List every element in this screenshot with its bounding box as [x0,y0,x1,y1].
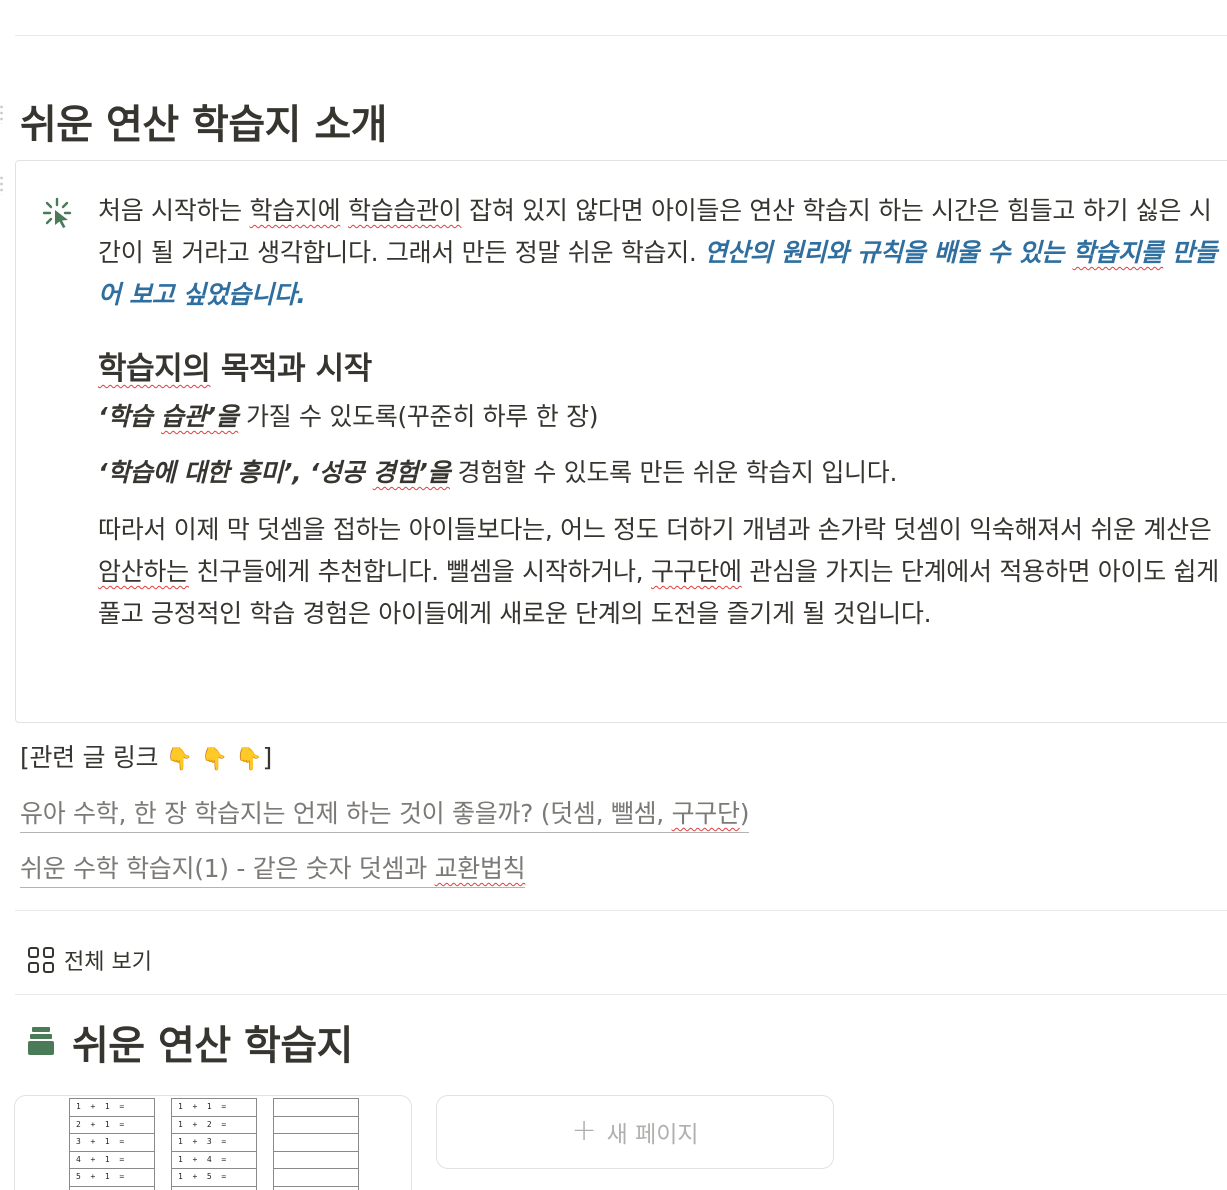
goal-line-interest: ‘학습에 대한 흥미’, ‘성공 경험’을 경험할 수 있도록 만든 쉬운 학습… [98,458,898,487]
database-title[interactable]: 쉬운 연산 학습지 [72,1013,353,1071]
worksheet-row: 2 + 1 = [69,1116,155,1134]
worksheet-row: 1 + 2 = [171,1116,257,1134]
worksheet-row [273,1116,359,1134]
worksheet-row [273,1099,359,1117]
worksheet-row: 5 + 1 = [69,1169,155,1187]
worksheet-preview [273,1098,359,1190]
related-links-label: [관련 글 링크 👇 👇 👇] [20,740,272,778]
plus-icon: + [571,1112,597,1148]
worksheet-row: 1 + 1 = [171,1099,257,1117]
drag-handle-icon[interactable] [0,175,6,195]
worksheet-preview: 1 + 1 = 2 + 1 = 3 + 1 = 4 + 1 = 5 + 1 = [69,1098,155,1190]
page-title: 쉬운 연산 학습지 소개 [20,102,387,148]
pointing-down-icon: 👇 [200,747,228,772]
worksheet-row: 1 + 3 = [171,1134,257,1152]
gallery-grid-icon [28,947,54,973]
worksheet-preview: 1 + 1 = 1 + 2 = 1 + 3 = 1 + 4 = 1 + 5 = [171,1098,257,1190]
new-page-button[interactable]: + 새 페이지 [436,1095,834,1169]
view-tab-label: 전체 보기 [64,950,152,975]
new-page-label: 새 페이지 [606,1122,699,1148]
divider [15,994,1227,995]
books-stack-icon [28,1027,54,1057]
worksheet-row [273,1169,359,1187]
recommendation-paragraph: 따라서 이제 막 덧셈을 접하는 아이들보다는, 어느 정도 더하기 개념과 손… [98,515,1219,628]
worksheet-row [273,1186,359,1190]
worksheet-row [69,1186,155,1190]
worksheet-row: 4 + 1 = [69,1151,155,1169]
goal-line-habit: ‘학습 습관’을 가질 수 있도록(꾸준히 하루 한 장) [98,402,599,431]
related-link-1[interactable]: 유아 수학, 한 장 학습지는 언제 하는 것이 좋을까? (덧셈, 뺄셈, 구… [20,796,749,833]
worksheet-row: 1 + 5 = [171,1169,257,1187]
worksheet-row: 1 + 1 = [69,1099,155,1117]
callout-content: 처음 시작하는 학습지에 학습습관이 잡혀 있지 않다면 아이들은 연산 학습지… [98,190,1223,635]
divider [15,910,1227,911]
intro-paragraph: 처음 시작하는 학습지에 학습습관이 잡혀 있지 않다면 아이들은 연산 학습지… [98,196,1218,309]
gallery-card[interactable]: 1 + 1 = 2 + 1 = 3 + 1 = 4 + 1 = 5 + 1 = … [14,1095,412,1190]
sparkle-cursor-icon [42,197,72,228]
worksheet-row: 3 + 1 = [69,1134,155,1152]
pointing-down-icon: 👇 [165,747,193,772]
worksheet-row [171,1186,257,1190]
worksheet-row [273,1151,359,1169]
section-heading: 학습지의 목적과 시작 [98,351,372,387]
drag-handle-icon[interactable] [0,104,6,124]
pointing-down-icon: 👇 [235,747,263,772]
worksheet-row [273,1134,359,1152]
database-header: 쉬운 연산 학습지 [28,1013,353,1071]
worksheet-row: 1 + 4 = [171,1151,257,1169]
view-tab-all[interactable]: 전체 보기 [28,944,152,976]
related-link-2[interactable]: 쉬운 수학 학습지(1) - 같은 숫자 덧셈과 교환법칙 [20,851,526,888]
top-divider [15,35,1227,36]
